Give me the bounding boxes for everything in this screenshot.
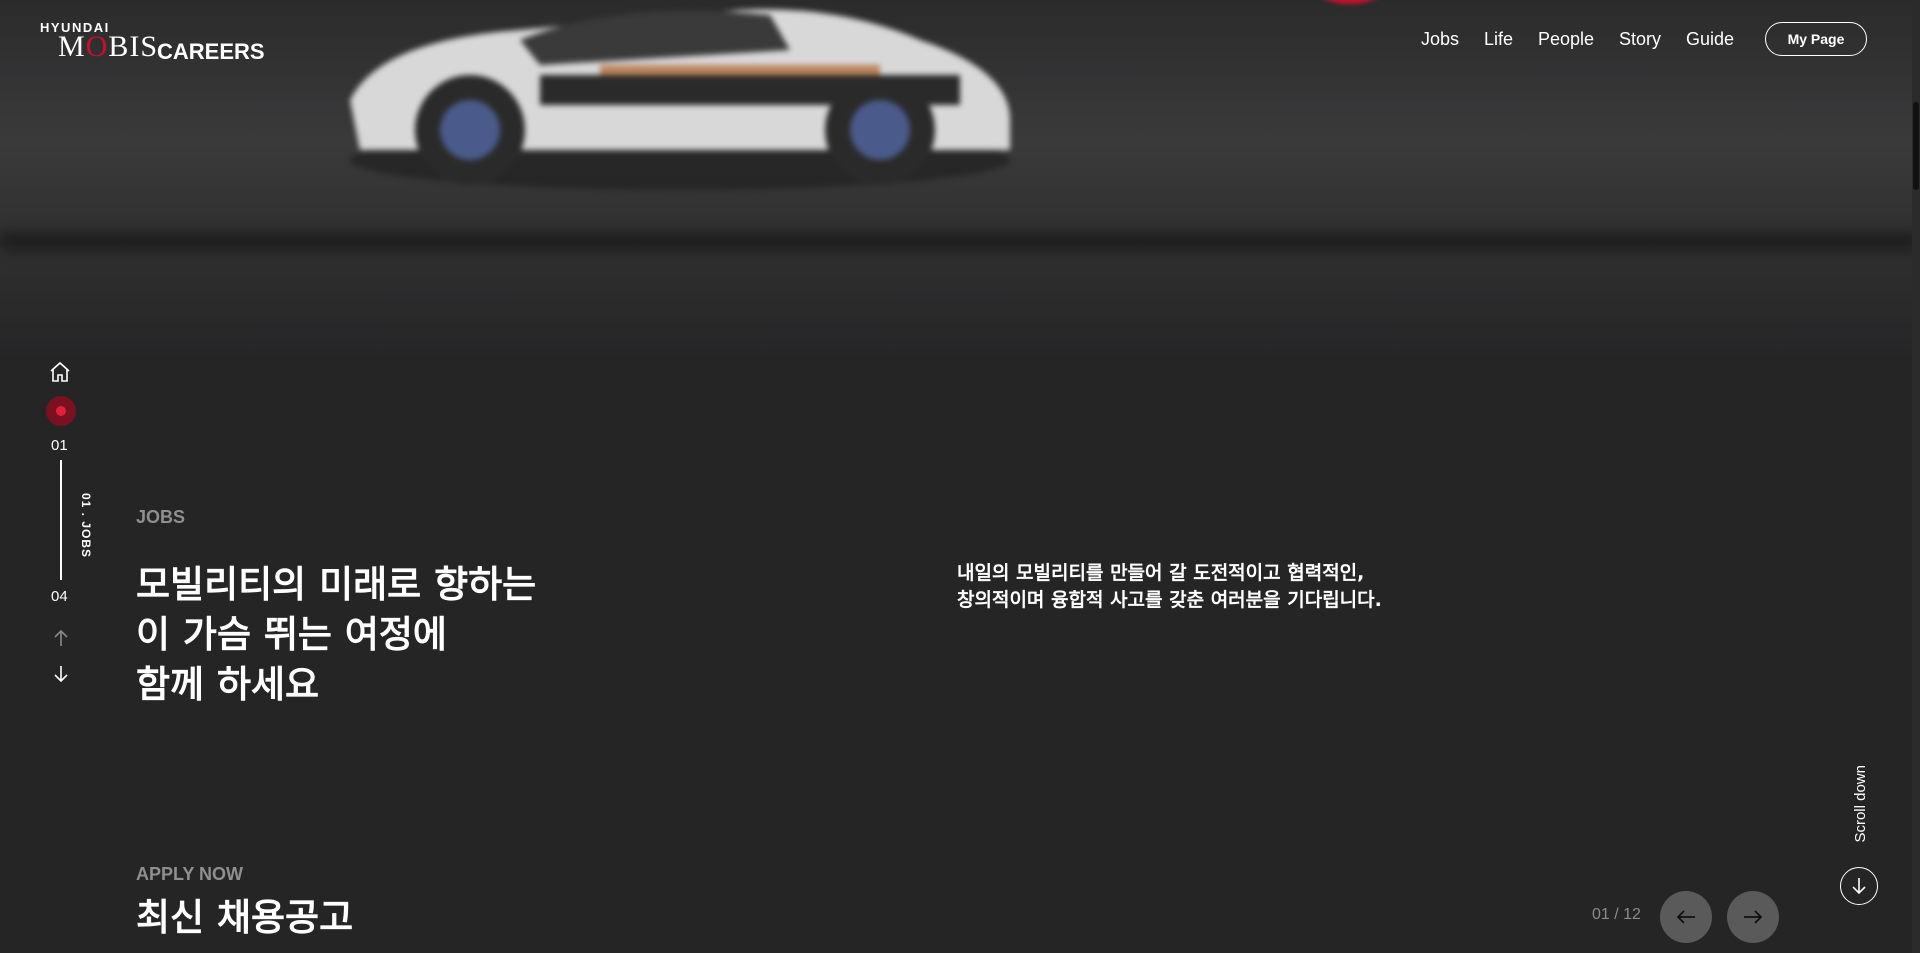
description-line: 창의적이며 융합적 사고를 갖춘 여러분을 기다립니다. [957, 589, 1382, 611]
slide-counter: 01 / 12 [1592, 906, 1641, 923]
section-description: 내일의 모빌리티를 만들어 갈 도전적이고 협력적인, 창의적이며 융합적 사고… [957, 560, 1382, 614]
section-progress-line [60, 460, 62, 580]
arrow-up-icon[interactable] [52, 628, 70, 648]
page-headline: 모빌리티의 미래로 향하는 이 가슴 뛰는 여정에 함께 하세요 [136, 560, 536, 710]
logo-mobis: MOBIS [58, 30, 159, 63]
red-light [1315, 0, 1385, 4]
arrow-right-icon [1744, 910, 1763, 924]
headline-line: 이 가슴 뛰는 여정에 [136, 613, 447, 656]
my-page-button[interactable]: My Page [1765, 22, 1867, 56]
home-icon[interactable] [48, 360, 72, 384]
arrow-down-icon [1852, 878, 1866, 895]
hero-image [0, 0, 1920, 355]
nav-life[interactable]: Life [1484, 29, 1513, 50]
arrow-left-icon [1676, 910, 1695, 924]
next-slide-button[interactable] [1727, 891, 1779, 943]
total-section-number: 04 [51, 588, 68, 605]
description-line: 내일의 모빌리티를 만들어 갈 도전적이고 협력적인, [957, 562, 1365, 584]
page-scrollbar[interactable] [1912, 0, 1920, 953]
apply-title: 최신 채용공고 [136, 896, 354, 939]
apply-label: APPLY NOW [136, 864, 244, 884]
scroll-down-button[interactable] [1840, 867, 1878, 905]
toy-car-image [350, 9, 1010, 190]
nav-guide[interactable]: Guide [1686, 29, 1734, 50]
headline-line: 함께 하세요 [136, 663, 320, 706]
nav-jobs[interactable]: Jobs [1421, 29, 1459, 50]
section-vertical-label: 01 . JOBS [79, 493, 93, 559]
current-section-indicator [46, 396, 76, 426]
headline-line: 모빌리티의 미래로 향하는 [136, 563, 537, 606]
road-shadow [0, 228, 1920, 254]
scrollbar-thumb[interactable] [1913, 102, 1919, 190]
nav-story[interactable]: Story [1619, 29, 1661, 50]
prev-slide-button[interactable] [1660, 891, 1712, 943]
section-label: JOBS [136, 507, 186, 527]
site-logo[interactable]: HYUNDAI MOBIS CAREERS [40, 20, 265, 64]
nav-people[interactable]: People [1538, 29, 1594, 50]
scroll-down-label: Scroll down [1852, 765, 1869, 843]
logo-careers: CAREERS [157, 39, 265, 64]
arrow-down-icon[interactable] [52, 664, 70, 684]
current-section-number: 01 [51, 437, 68, 454]
